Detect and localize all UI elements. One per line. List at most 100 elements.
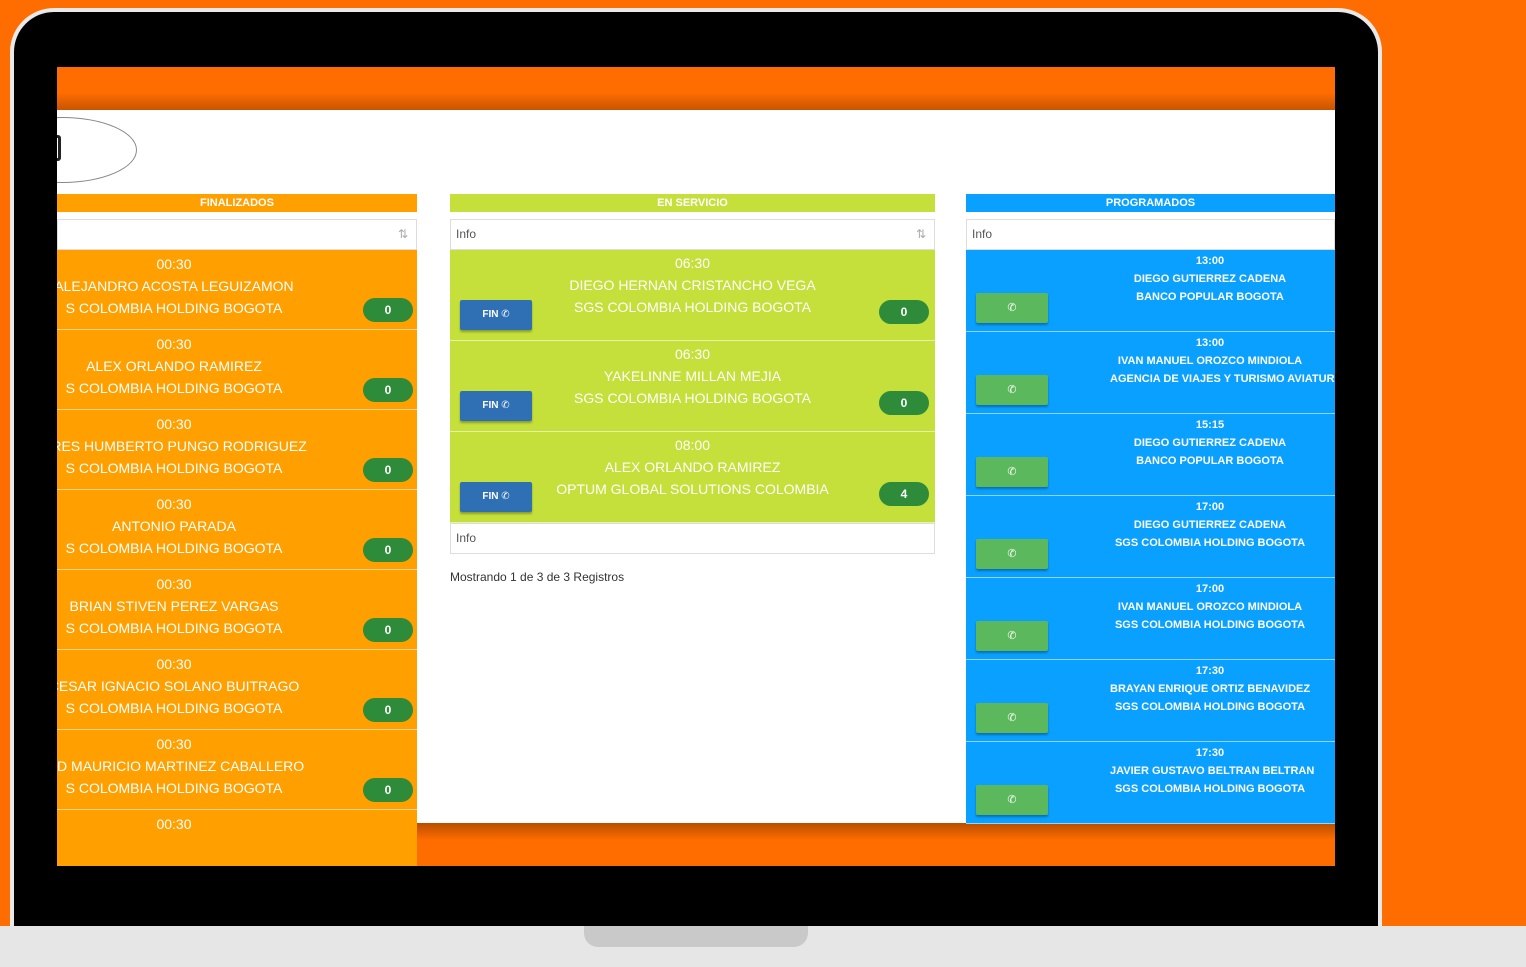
whatsapp-icon: ✆ bbox=[498, 309, 510, 320]
info-label: Info bbox=[972, 227, 993, 241]
service-card[interactable]: 06:30 DIEGO HERNAN CRISTANCHO VEGA SGS COL… bbox=[450, 250, 935, 341]
card-text: 00:30 DRES HUMBERTO PUNGO RODRIGUEZ S COLO… bbox=[57, 413, 414, 479]
info-bar: Info bbox=[966, 219, 1335, 250]
count-badge[interactable]: 4 bbox=[879, 482, 929, 506]
card-time: 00:30 bbox=[156, 736, 192, 752]
card-company: SGS COLOMBIA HOLDING BOGOTA bbox=[1114, 619, 1306, 631]
service-card[interactable]: 06:30 YAKELINNE MILLAN MEJIA SGS COLOMBIA … bbox=[450, 341, 935, 432]
card-time: 00:30 bbox=[156, 416, 192, 432]
card-name: BRAYAN ENRIQUE ORTIZ BENAVIDEZ bbox=[1110, 683, 1311, 695]
card-time: 17:00 bbox=[1195, 583, 1225, 595]
card-time: 00:30 bbox=[156, 816, 192, 832]
scheduled-card[interactable]: 13:00 IVAN MANUEL OROZCO MINDIOLA AGENCIA … bbox=[966, 332, 1335, 414]
card-name: IVAN MANUEL OROZCO MINDIOLA bbox=[1117, 601, 1303, 613]
service-card[interactable]: 00:30 VID MAURICIO MARTINEZ CABALLERO S CO… bbox=[57, 730, 417, 810]
card-text: 17:00 IVAN MANUEL OROZCO MINDIOLA SGS COLO… bbox=[1110, 580, 1310, 634]
card-text: 00:30 BRIAN STIVEN PEREZ VARGAS S COLOMBIA… bbox=[57, 573, 414, 639]
pagination-text: Mostrando 1 de 3 de 3 Registros bbox=[450, 570, 625, 584]
logo-mark bbox=[57, 135, 61, 161]
card-text: 15:15 DIEGO GUTIERREZ CADENA BANCO POPULAR… bbox=[1110, 416, 1310, 470]
call-button[interactable]: ✆ bbox=[976, 457, 1048, 487]
count-badge[interactable]: 0 bbox=[879, 391, 929, 415]
card-name: BRIAN STIVEN PEREZ VARGAS bbox=[69, 598, 279, 614]
scheduled-card[interactable]: 17:30 BRAYAN ENRIQUE ORTIZ BENAVIDEZ SGS C… bbox=[966, 660, 1335, 742]
card-time: 13:00 bbox=[1195, 255, 1225, 267]
call-button[interactable]: ✆ bbox=[976, 375, 1048, 405]
scheduled-card[interactable]: 13:00 DIEGO GUTIERREZ CADENA BANCO POPULAR… bbox=[966, 250, 1335, 332]
scheduled-card[interactable]: 17:00 DIEGO GUTIERREZ CADENA SGS COLOMBIA … bbox=[966, 496, 1335, 578]
call-button[interactable]: ✆ bbox=[976, 785, 1048, 815]
card-name: DIEGO GUTIERREZ CADENA bbox=[1133, 273, 1287, 285]
count-badge[interactable]: 0 bbox=[363, 698, 413, 722]
count-badge[interactable]: 0 bbox=[363, 618, 413, 642]
count-badge[interactable]: 0 bbox=[363, 538, 413, 562]
scheduled-card[interactable]: 17:30 JAVIER GUSTAVO BELTRAN BELTRAN SGS C… bbox=[966, 742, 1335, 824]
card-company: AGENCIA DE VIAJES Y TURISMO AVIATUR bbox=[1110, 373, 1335, 385]
card-time: 15:15 bbox=[1195, 419, 1225, 431]
card-time: 00:30 bbox=[156, 256, 192, 272]
service-card[interactable]: 00:30 BRIAN STIVEN PEREZ VARGAS S COLOMBIA… bbox=[57, 570, 417, 650]
whatsapp-icon: ✆ bbox=[498, 400, 510, 411]
phone-icon: ✆ bbox=[1007, 630, 1017, 642]
fin-label: FIN bbox=[482, 491, 499, 502]
call-button[interactable]: ✆ bbox=[976, 621, 1048, 651]
info-footer: Info bbox=[450, 523, 935, 554]
count-badge[interactable]: 0 bbox=[363, 298, 413, 322]
scheduled-card[interactable]: 15:15 DIEGO GUTIERREZ CADENA BANCO POPULAR… bbox=[966, 414, 1335, 496]
sort-icon[interactable]: ⇅ bbox=[398, 220, 408, 249]
card-time: 00:30 bbox=[156, 336, 192, 352]
fin-label: FIN bbox=[482, 309, 499, 320]
service-card[interactable]: 08:00 ALEX ORLANDO RAMIREZ OPTUM GLOBAL SO… bbox=[450, 432, 935, 523]
count-badge[interactable]: 0 bbox=[363, 378, 413, 402]
service-card[interactable]: 00:30 bbox=[57, 810, 417, 866]
card-company: BANCO POPULAR BOGOTA bbox=[1136, 291, 1284, 303]
service-card[interactable]: 00:30 ALEJANDRO ACOSTA LEGUIZAMON S COLOMB… bbox=[57, 250, 417, 330]
card-name: CESAR IGNACIO SOLANO BUITRAGO bbox=[57, 678, 300, 694]
card-text: 00:30 ANTONIO PARADA S COLOMBIA HOLDING BO… bbox=[57, 493, 414, 559]
card-text: 17:30 BRAYAN ENRIQUE ORTIZ BENAVIDEZ SGS C… bbox=[1110, 662, 1310, 716]
card-company: SGS COLOMBIA HOLDING BOGOTA bbox=[1114, 701, 1306, 713]
phone-icon: ✆ bbox=[1007, 712, 1017, 724]
fin-button[interactable]: FIN ✆ bbox=[460, 391, 532, 421]
card-company: S COLOMBIA HOLDING BOGOTA bbox=[65, 300, 283, 316]
info-label: Info bbox=[456, 227, 477, 241]
call-button[interactable]: ✆ bbox=[976, 703, 1048, 733]
count-badge[interactable]: 0 bbox=[363, 778, 413, 802]
column-finalizados: FINALIZADOS ⇅ 00:30 ALEJANDRO ACOSTA LEGU… bbox=[57, 194, 417, 866]
call-button[interactable]: ✆ bbox=[976, 539, 1048, 569]
app-screen: FINALIZADOS ⇅ 00:30 ALEJANDRO ACOSTA LEGU… bbox=[57, 67, 1335, 866]
phone-icon: ✆ bbox=[1007, 466, 1017, 478]
count-badge[interactable]: 0 bbox=[879, 300, 929, 324]
card-company: S COLOMBIA HOLDING BOGOTA bbox=[65, 700, 283, 716]
phone-icon: ✆ bbox=[1007, 384, 1017, 396]
card-time: 08:00 bbox=[674, 437, 711, 453]
card-time: 17:30 bbox=[1195, 665, 1225, 677]
phone-icon: ✆ bbox=[1007, 794, 1017, 806]
scheduled-card[interactable]: 17:00 IVAN MANUEL OROZCO MINDIOLA SGS COLO… bbox=[966, 578, 1335, 660]
column-header: PROGRAMADOS bbox=[966, 194, 1335, 212]
service-card[interactable]: 00:30 ANTONIO PARADA S COLOMBIA HOLDING BO… bbox=[57, 490, 417, 570]
call-button[interactable]: ✆ bbox=[976, 293, 1048, 323]
card-name: YAKELINNE MILLAN MEJIA bbox=[603, 368, 782, 384]
app-header-bar bbox=[57, 67, 1335, 110]
count-badge[interactable]: 0 bbox=[363, 458, 413, 482]
service-card[interactable]: 00:30 DRES HUMBERTO PUNGO RODRIGUEZ S COLO… bbox=[57, 410, 417, 490]
service-card[interactable]: 00:30 ALEX ORLANDO RAMIREZ S COLOMBIA HOLD… bbox=[57, 330, 417, 410]
card-text: 00:30 ALEX ORLANDO RAMIREZ S COLOMBIA HOLD… bbox=[57, 333, 414, 399]
fin-button[interactable]: FIN ✆ bbox=[460, 300, 532, 330]
sort-icon[interactable]: ⇅ bbox=[916, 220, 926, 249]
fin-button[interactable]: FIN ✆ bbox=[460, 482, 532, 512]
card-company: S COLOMBIA HOLDING BOGOTA bbox=[65, 380, 283, 396]
card-time: 17:00 bbox=[1195, 501, 1225, 513]
card-text: 00:30 bbox=[57, 813, 414, 835]
card-text: 17:00 DIEGO GUTIERREZ CADENA SGS COLOMBIA … bbox=[1110, 498, 1310, 552]
info-bar: Info ⇅ bbox=[450, 219, 935, 250]
card-time: 13:00 bbox=[1195, 337, 1225, 349]
card-name: IVAN MANUEL OROZCO MINDIOLA bbox=[1117, 355, 1303, 367]
service-card[interactable]: 00:30 CESAR IGNACIO SOLANO BUITRAGO S COLO… bbox=[57, 650, 417, 730]
card-company: SGS COLOMBIA HOLDING BOGOTA bbox=[1114, 537, 1306, 549]
card-time: 00:30 bbox=[156, 656, 192, 672]
card-text: 00:30 ALEJANDRO ACOSTA LEGUIZAMON S COLOMB… bbox=[57, 253, 414, 319]
card-name: JAVIER GUSTAVO BELTRAN BELTRAN bbox=[1110, 765, 1315, 777]
card-time: 00:30 bbox=[156, 496, 192, 512]
